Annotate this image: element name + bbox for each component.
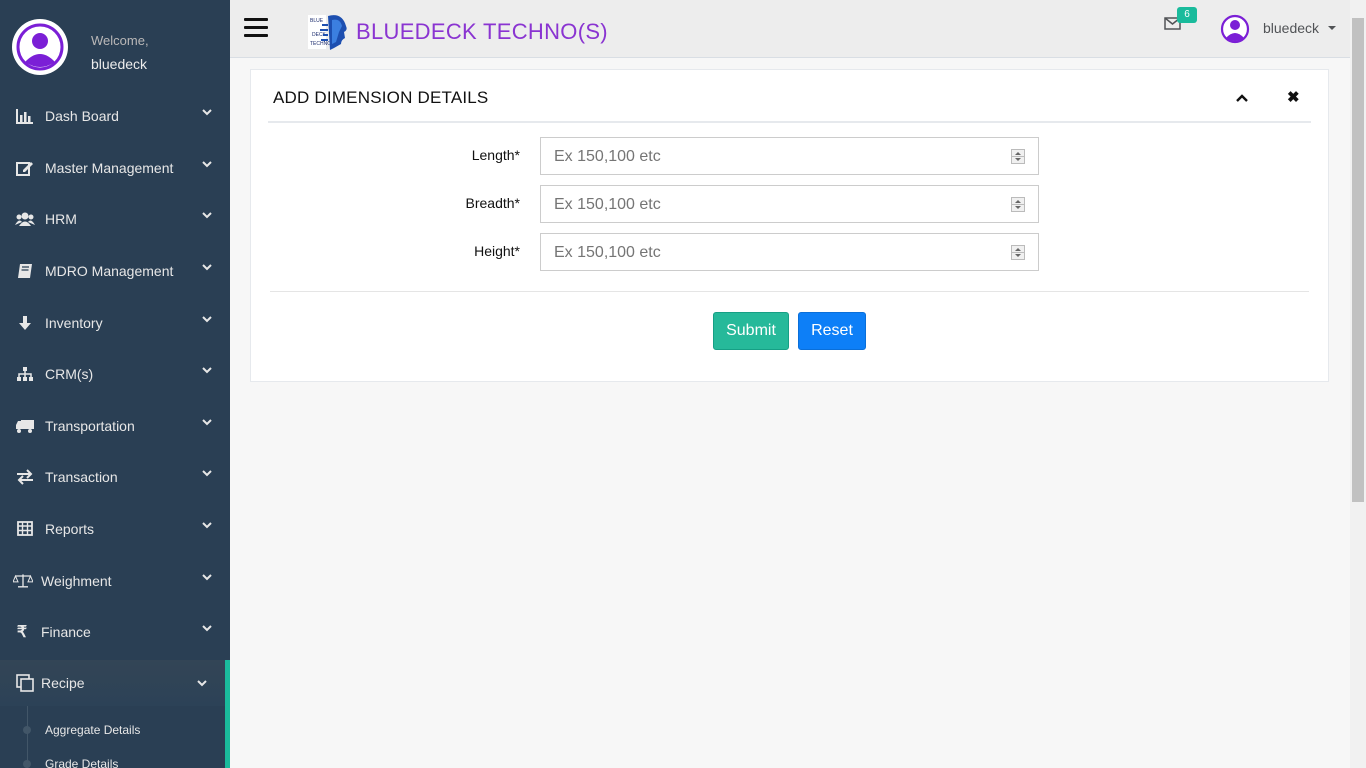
length-placeholder: Ex 150,100 etc [554,148,661,165]
number-spinner[interactable] [1011,149,1025,164]
submenu-dot [23,760,31,768]
sidebar-item-label: Recipe [41,675,85,691]
sidebar-item-mdro-management[interactable]: MDRO Management [0,245,230,297]
sidebar-item-master-management[interactable]: Master Management [0,142,230,194]
welcome-username: bluedeck [91,56,148,72]
submenu-item-grade-details[interactable]: Grade Details [45,757,118,768]
clone-icon [15,673,35,693]
dimension-panel: ADD DIMENSION DETAILS ✖ Length* Ex 150,1… [250,69,1329,382]
sidebar-item-label: Dash Board [45,108,119,124]
mail-count-badge: 6 [1177,7,1197,23]
sidebar-item-label: MDRO Management [45,263,174,279]
chevron-down-icon [202,522,212,529]
sidebar: Welcome, bluedeck Dash Board Master Mana… [0,0,230,768]
chevron-down-icon [202,419,212,426]
menu-toggle-icon[interactable] [244,18,268,38]
brand-logo: BLUE DECK TECHNO [308,12,350,52]
sidebar-item-hrm[interactable]: HRM [0,193,230,245]
reset-button[interactable]: Reset [798,312,866,350]
brand-name: BLUEDECK TECHNO(S) [356,19,608,44]
edit-icon [15,158,35,178]
profile-block: Welcome, bluedeck [0,0,230,96]
number-spinner[interactable] [1011,245,1025,260]
sidebar-item-label: Master Management [45,160,174,176]
table-icon [15,519,35,539]
chevron-down-icon [202,316,212,323]
divider [268,121,1311,123]
user-circle-icon [16,23,64,71]
arrow-down-icon [15,313,35,333]
height-label: Height* [474,243,520,259]
sidebar-item-label: Finance [41,624,91,640]
breadth-input[interactable]: Ex 150,100 etc [540,185,1039,223]
truck-icon [15,416,35,436]
sidebar-item-label: Reports [45,521,95,537]
height-input[interactable]: Ex 150,100 etc [540,233,1039,271]
chevron-down-icon [202,470,212,477]
length-label: Length* [471,147,520,163]
active-indicator [225,660,230,768]
length-input[interactable]: Ex 150,100 etc [540,137,1039,175]
breadth-label: Breadth* [465,195,520,211]
svg-text:BLUE: BLUE [310,18,324,24]
sitemap-icon [15,364,35,384]
chevron-down-icon [202,264,212,271]
book-icon [15,261,35,281]
balance-scale-icon [13,571,33,591]
sidebar-item-weighment[interactable]: Weighment [0,555,230,607]
user-menu-name[interactable]: bluedeck [1263,20,1319,36]
sidebar-item-reports[interactable]: Reports [0,503,230,555]
submenu-dot [23,726,31,734]
chevron-up-icon[interactable] [1234,90,1250,106]
page-scrollbar[interactable] [1350,0,1366,768]
chevron-down-icon [202,367,212,374]
divider [270,291,1309,292]
sidebar-item-finance[interactable]: ₹ Finance [0,606,230,658]
submenu-line [27,706,28,768]
sidebar-item-label: Transaction [45,469,118,485]
height-placeholder: Ex 150,100 etc [554,244,661,261]
number-spinner[interactable] [1011,197,1025,212]
chevron-down-icon [202,212,212,219]
avatar [12,19,68,75]
breadth-placeholder: Ex 150,100 etc [554,196,661,213]
sidebar-item-recipe[interactable]: Recipe [0,660,230,706]
exchange-icon [15,467,35,487]
chevron-down-icon [202,625,212,632]
sidebar-item-transaction[interactable]: Transaction [0,451,230,503]
panel-title: ADD DIMENSION DETAILS [273,88,489,107]
caret-down-icon[interactable] [1328,26,1336,30]
sidebar-item-label: CRM(s) [45,366,94,382]
sidebar-item-crm[interactable]: CRM(s) [0,348,230,400]
chevron-down-icon [202,109,212,116]
rupee-icon: ₹ [16,624,28,641]
svg-text:TECHNO: TECHNO [310,41,331,47]
close-icon[interactable]: ✖ [1287,88,1300,106]
chevron-down-icon [202,161,212,168]
sidebar-item-label: HRM [45,211,77,227]
sidebar-item-label: Weighment [41,573,112,589]
users-icon [15,209,35,229]
submit-button[interactable]: Submit [713,312,789,350]
sidebar-item-label: Inventory [45,315,103,331]
sidebar-item-inventory[interactable]: Inventory [0,297,230,349]
sidebar-item-transportation[interactable]: Transportation [0,400,230,452]
chevron-down-icon [202,574,212,581]
sidebar-item-label: Transportation [45,418,135,434]
chevron-down-icon [197,680,207,687]
submenu-item-aggregate-details[interactable]: Aggregate Details [45,723,140,737]
welcome-text: Welcome, [91,33,149,48]
bar-chart-icon [15,106,35,126]
top-navbar: BLUE DECK TECHNO BLUEDECK TECHNO(S) 6 bl… [230,0,1350,58]
sidebar-item-dashboard[interactable]: Dash Board [0,90,230,142]
user-avatar-icon[interactable] [1220,14,1250,44]
scrollbar-thumb[interactable] [1352,18,1364,502]
